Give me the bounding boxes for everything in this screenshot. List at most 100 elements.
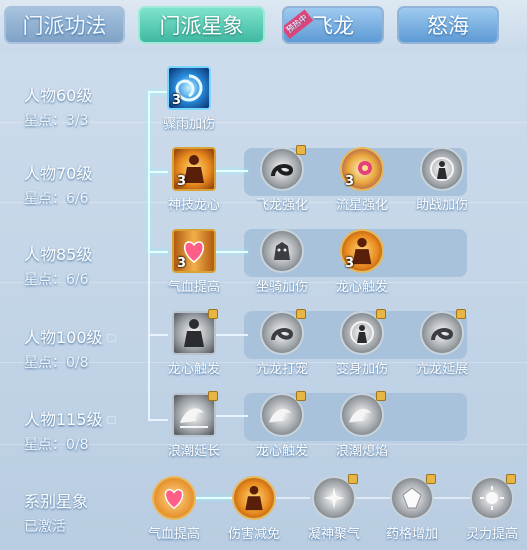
level-line: 人物115级 xyxy=(24,406,116,430)
heart-icon xyxy=(152,476,196,520)
dragon-icon xyxy=(420,309,466,355)
skill-name: 坐骑加伤 xyxy=(256,280,309,295)
skill-name: 变身加伤 xyxy=(336,362,389,377)
lock-icon xyxy=(296,391,306,401)
tab-sect-stars[interactable]: 门派星象 xyxy=(138,6,265,44)
skill-name: 药格增加 xyxy=(386,527,439,542)
skill-node[interactable]: 亢龙延展 xyxy=(416,309,469,377)
star-count: 3 xyxy=(345,256,355,271)
lock-icon xyxy=(506,474,516,484)
wave-icon xyxy=(260,391,306,437)
series-node[interactable]: 药格增加 xyxy=(386,474,439,542)
skill-node[interactable]: 龙心触发 xyxy=(168,309,221,377)
skill-node[interactable]: 坐骑加伤 xyxy=(256,229,308,295)
skill-node[interactable]: 3 神技龙心 xyxy=(168,147,220,213)
star-count: 3 xyxy=(177,174,187,189)
skill-name: 飞龙强化 xyxy=(256,198,309,213)
beast-icon xyxy=(260,229,304,273)
skill-name: 亢龙打宠 xyxy=(256,362,309,377)
row-label-100: 人物100级 星点：0/8 xyxy=(24,324,116,372)
lock-icon xyxy=(208,391,218,401)
wave-icon xyxy=(340,391,386,437)
star-points: 星点：0/8 xyxy=(24,437,89,453)
skill-node[interactable]: 变身加伤 xyxy=(336,309,389,377)
tab-nuhai[interactable]: 怒海 xyxy=(397,6,499,44)
skill-name: 骤雨加伤 xyxy=(163,117,216,132)
star-points: 星点：6/6 xyxy=(24,191,89,207)
skill-name: 龙心触发 xyxy=(336,280,389,295)
level-text: 人物60级 xyxy=(24,86,93,105)
branch-line xyxy=(148,334,168,336)
row-label-60: 人物60级 星点：3/3 xyxy=(24,82,92,130)
skill-name: 灵力提高 xyxy=(466,527,519,542)
tab-sect-skills[interactable]: 门派功法 xyxy=(4,6,125,44)
row-label-85: 人物85级 星点：6/6 xyxy=(24,241,92,289)
level-text: 人物100级 xyxy=(24,328,103,347)
skill-node[interactable]: 浪潮熄焰 xyxy=(336,391,388,459)
lock-icon xyxy=(296,309,306,319)
dragon-icon xyxy=(260,145,306,191)
lock-icon xyxy=(426,474,436,484)
skill-node[interactable]: 龙心触发 xyxy=(256,391,309,459)
branch-line xyxy=(148,419,168,421)
skill-name: 流星强化 xyxy=(336,198,389,213)
skill-name: 助战加伤 xyxy=(416,198,469,213)
tab-label: 飞龙 xyxy=(312,14,354,38)
lock-icon xyxy=(348,474,358,484)
skill-node[interactable]: 3 气血提高 xyxy=(168,229,220,295)
series-node[interactable]: 灵力提高 xyxy=(466,474,519,542)
star-count: 3 xyxy=(177,256,187,271)
skill-node[interactable]: 3 骤雨加伤 xyxy=(163,66,215,132)
skill-node[interactable]: 浪潮延长 xyxy=(168,391,221,459)
lock-icon xyxy=(456,309,466,319)
lock-icon xyxy=(376,309,386,319)
spark-icon xyxy=(312,474,358,520)
branch-line xyxy=(148,171,168,173)
tab-label: 怒海 xyxy=(427,14,469,38)
skill-name: 龙心触发 xyxy=(168,362,221,377)
series-status: 已激活 xyxy=(24,519,66,535)
skill-node[interactable]: 3 龙心触发 xyxy=(336,229,388,295)
tab-label: 门派星象 xyxy=(159,14,244,38)
skill-name: 神技龙心 xyxy=(168,198,221,213)
skill-node[interactable]: 亢龙打宠 xyxy=(256,309,309,377)
skill-node[interactable]: 飞龙强化 xyxy=(256,145,309,213)
skill-name: 气血提高 xyxy=(148,527,201,542)
skill-name: 伤害减免 xyxy=(228,527,281,542)
warrior-icon: 3 xyxy=(172,147,216,191)
swirl-icon: 3 xyxy=(167,66,211,110)
tab-bar: 门派功法 门派星象 预热中 飞龙 怒海 xyxy=(0,0,527,52)
lock-icon xyxy=(106,334,116,342)
figure-swirl-icon xyxy=(340,309,386,355)
dragon-icon xyxy=(260,309,306,355)
star-count: 3 xyxy=(345,174,355,189)
level-text: 人物85级 xyxy=(24,245,93,264)
skill-name: 凝神聚气 xyxy=(308,527,361,542)
level-text: 人物70级 xyxy=(24,164,93,183)
series-node[interactable]: 凝神聚气 xyxy=(308,474,361,542)
crystal-icon xyxy=(390,474,436,520)
sun-icon xyxy=(470,474,516,520)
warrior-icon: 3 xyxy=(340,229,384,273)
skill-name: 气血提高 xyxy=(168,280,221,295)
series-node[interactable]: 气血提高 xyxy=(148,476,200,542)
skill-node[interactable]: 助战加伤 xyxy=(416,147,468,213)
row-label-115: 人物115级 星点：0/8 xyxy=(24,406,116,454)
wave-icon xyxy=(172,391,218,437)
tab-label: 门派功法 xyxy=(22,14,107,38)
series-title: 系别星象 xyxy=(24,492,89,511)
lock-icon xyxy=(296,145,306,155)
series-node[interactable]: 伤害减免 xyxy=(228,476,280,542)
preheat-ribbon: 预热中 xyxy=(284,9,314,40)
figure-swirl-icon xyxy=(420,147,464,191)
skill-name: 龙心触发 xyxy=(256,444,309,459)
star-points: 星点：3/3 xyxy=(24,113,89,129)
skill-name: 亢龙延展 xyxy=(416,362,469,377)
warrior-icon xyxy=(232,476,276,520)
star-points: 星点：0/8 xyxy=(24,355,89,371)
skill-node[interactable]: 3 流星强化 xyxy=(336,147,388,213)
tab-feilong[interactable]: 预热中 飞龙 xyxy=(282,6,384,44)
skill-name: 浪潮延长 xyxy=(168,444,221,459)
tree-trunk xyxy=(148,252,150,420)
lock-icon xyxy=(106,416,116,424)
